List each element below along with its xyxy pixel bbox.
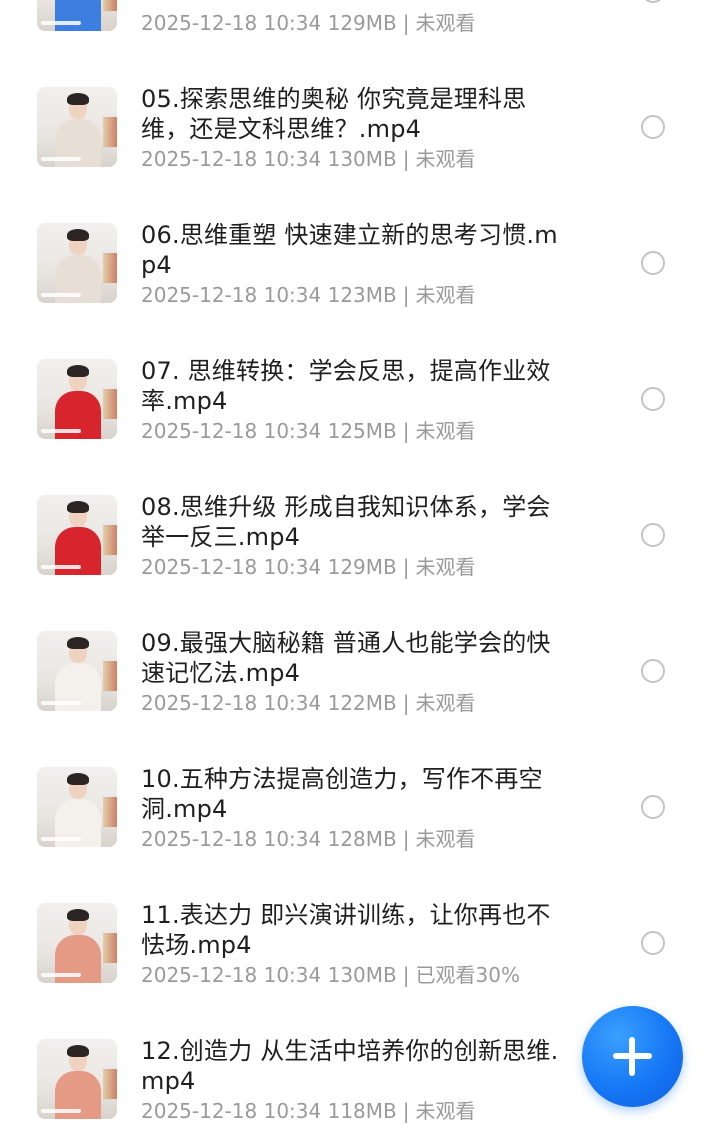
watch-status: 未观看: [415, 555, 476, 579]
list-item[interactable]: 08.思维升级 形成自我知识体系，学会举一反三.mp4 2025-12-18 10…: [0, 478, 716, 580]
file-meta: 2025-12-18 10:34 128MB | 未观看: [141, 826, 621, 852]
select-radio-icon[interactable]: [641, 931, 665, 955]
file-meta: 2025-12-18 10:34 122MB | 未观看: [141, 690, 621, 716]
select-radio-icon[interactable]: [641, 387, 665, 411]
file-meta: 2025-12-18 10:34 129MB | 未观看: [141, 554, 621, 580]
file-meta: 2025-12-18 10:34 129MB | 未观看: [141, 10, 621, 36]
file-date: 2025-12-18 10:34: [141, 555, 322, 579]
list-item[interactable]: 07. 思维转换：学会反思，提高作业效率.mp4 2025-12-18 10:34…: [0, 342, 716, 444]
select-radio-icon[interactable]: [641, 795, 665, 819]
meta-separator: |: [402, 419, 410, 443]
file-date: 2025-12-18 10:34: [141, 1099, 322, 1123]
meta-separator: |: [402, 11, 410, 35]
file-size: 130MB: [327, 147, 397, 171]
file-meta: 2025-12-18 10:34 130MB | 未观看: [141, 146, 621, 172]
video-thumbnail: [37, 223, 117, 303]
file-size: 130MB: [327, 963, 397, 987]
file-title: 09.最强大脑秘籍 普通人也能学会的快速记忆法.mp4: [141, 629, 551, 687]
select-radio-icon[interactable]: [641, 0, 665, 3]
list-item[interactable]: 06.思维重塑 快速建立新的思考习惯.mp4 2025-12-18 10:34 1…: [0, 206, 716, 308]
video-thumbnail: [37, 87, 117, 167]
file-title: 08.思维升级 形成自我知识体系，学会举一反三.mp4: [141, 493, 551, 551]
select-radio-icon[interactable]: [641, 251, 665, 275]
file-title: 05.探索思维的奥秘 你究竟是理科思维，还是文科思维？.mp4: [141, 85, 527, 143]
file-title: 11.表达力 即兴演讲训练，让你再也不怯场.mp4: [141, 901, 551, 959]
watch-status: 未观看: [415, 419, 476, 443]
select-radio-icon[interactable]: [641, 115, 665, 139]
video-thumbnail: [37, 631, 117, 711]
file-date: 2025-12-18 10:34: [141, 147, 322, 171]
file-date: 2025-12-18 10:34: [141, 691, 322, 715]
file-meta: 2025-12-18 10:34 125MB | 未观看: [141, 418, 621, 444]
select-radio-icon[interactable]: [641, 659, 665, 683]
file-size: 129MB: [327, 555, 397, 579]
file-size: 122MB: [327, 691, 397, 715]
file-title: 07. 思维转换：学会反思，提高作业效率.mp4: [141, 357, 551, 415]
file-size: 118MB: [327, 1099, 397, 1123]
video-thumbnail: [37, 903, 117, 983]
meta-separator: |: [402, 963, 410, 987]
file-title: 12.创造力 从生活中培养你的创新思维.mp4: [141, 1037, 559, 1095]
list-item[interactable]: 11.表达力 即兴演讲训练，让你再也不怯场.mp4 2025-12-18 10:3…: [0, 886, 716, 988]
video-thumbnail: [37, 0, 117, 31]
meta-separator: |: [402, 827, 410, 851]
video-file-list: 2025-12-18 10:34 129MB | 未观看 05.探索思维的奥秘 你究竟…: [0, 0, 716, 1140]
watch-status: 未观看: [415, 147, 476, 171]
file-title: 06.思维重塑 快速建立新的思考习惯.mp4: [141, 221, 558, 279]
file-size: 123MB: [327, 283, 397, 307]
file-date: 2025-12-18 10:34: [141, 283, 322, 307]
add-button[interactable]: [582, 1006, 683, 1107]
watch-status: 未观看: [415, 283, 476, 307]
watch-status: 未观看: [415, 691, 476, 715]
file-date: 2025-12-18 10:34: [141, 827, 322, 851]
video-thumbnail: [37, 767, 117, 847]
list-item[interactable]: 09.最强大脑秘籍 普通人也能学会的快速记忆法.mp4 2025-12-18 10…: [0, 614, 716, 716]
meta-separator: |: [402, 147, 410, 171]
meta-separator: |: [402, 1099, 410, 1123]
file-title: 10.五种方法提高创造力，写作不再空洞.mp4: [141, 765, 543, 823]
file-size: 128MB: [327, 827, 397, 851]
video-thumbnail: [37, 495, 117, 575]
video-thumbnail: [37, 1039, 117, 1119]
watch-status: 未观看: [415, 827, 476, 851]
select-radio-icon[interactable]: [641, 523, 665, 547]
list-item[interactable]: 05.探索思维的奥秘 你究竟是理科思维，还是文科思维？.mp4 2025-12-1…: [0, 70, 716, 172]
file-meta: 2025-12-18 10:34 118MB | 未观看: [141, 1098, 621, 1124]
meta-separator: |: [402, 555, 410, 579]
file-date: 2025-12-18 10:34: [141, 963, 322, 987]
watch-status: 未观看: [415, 1099, 476, 1123]
file-date: 2025-12-18 10:34: [141, 11, 322, 35]
file-meta: 2025-12-18 10:34 130MB | 已观看30%: [141, 962, 621, 988]
plus-icon: [629, 1037, 635, 1076]
list-item[interactable]: 2025-12-18 10:34 129MB | 未观看: [0, 0, 716, 36]
watch-status: 已观看30%: [415, 963, 520, 987]
file-meta: 2025-12-18 10:34 123MB | 未观看: [141, 282, 621, 308]
list-item[interactable]: 10.五种方法提高创造力，写作不再空洞.mp4 2025-12-18 10:34 …: [0, 750, 716, 852]
meta-separator: |: [402, 691, 410, 715]
watch-status: 未观看: [415, 11, 476, 35]
file-size: 129MB: [327, 11, 397, 35]
file-size: 125MB: [327, 419, 397, 443]
video-thumbnail: [37, 359, 117, 439]
file-date: 2025-12-18 10:34: [141, 419, 322, 443]
meta-separator: |: [402, 283, 410, 307]
